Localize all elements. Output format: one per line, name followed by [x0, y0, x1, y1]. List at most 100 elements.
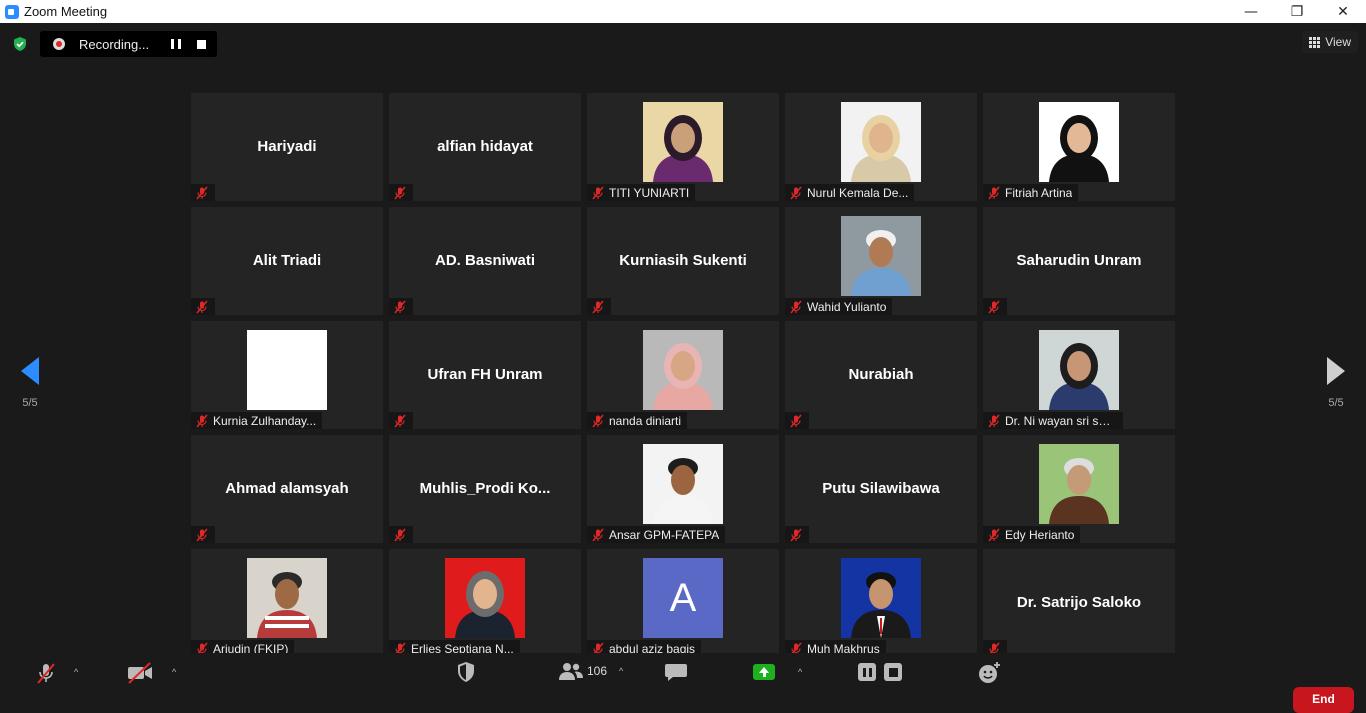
end-meeting-button[interactable]: End — [1293, 687, 1354, 713]
next-page-button[interactable]: 5/5 — [1316, 357, 1356, 409]
participant-label — [389, 184, 413, 201]
participant-video — [841, 102, 921, 182]
participant-label-name: nanda diniarti — [609, 413, 682, 428]
mic-muted-icon — [790, 300, 802, 313]
participant-label-name: Edy Herianto — [1005, 527, 1075, 542]
participant-video — [445, 558, 525, 638]
participant-tile[interactable]: Hariyadi — [191, 93, 383, 201]
mic-muted-icon — [988, 300, 1000, 313]
participant-label: Kurnia Zulhanday... — [191, 412, 323, 429]
previous-page-button[interactable]: 5/5 — [10, 357, 50, 409]
participant-tile[interactable]: Nurabiah — [785, 321, 977, 429]
participants-count: 106 — [587, 664, 608, 678]
mic-muted-icon — [988, 414, 1000, 427]
participant-name: Kurniasih Sukenti — [619, 252, 747, 269]
mic-muted-icon — [394, 300, 406, 313]
participant-tile[interactable]: Kurniasih Sukenti — [587, 207, 779, 315]
mic-muted-icon — [592, 528, 604, 541]
arrow-left-icon — [21, 357, 39, 385]
participant-video — [841, 216, 921, 296]
participant-name: Putu Silawibawa — [822, 480, 940, 497]
record-icon — [53, 38, 65, 50]
mic-muted-icon — [196, 186, 208, 199]
participant-label — [983, 298, 1007, 315]
participant-tile[interactable]: Ansar GPM-FATEPA — [587, 435, 779, 543]
view-button[interactable]: View — [1302, 31, 1358, 53]
participant-tile[interactable]: nanda diniarti — [587, 321, 779, 429]
participant-label — [191, 526, 215, 543]
participant-video — [643, 444, 723, 524]
participant-tile[interactable]: Putu Silawibawa — [785, 435, 977, 543]
participant-tile[interactable]: Aabdul aziz bagis — [587, 549, 779, 657]
participant-tile[interactable]: Fitriah Artina — [983, 93, 1175, 201]
meeting-area: Recording... View 5/5 5/5 Hariyadi alfian… — [0, 23, 1366, 705]
participant-label-name: Dr. Ni wayan sri suli... — [1005, 413, 1117, 428]
restore-button[interactable]: ❐ — [1274, 0, 1320, 23]
share-screen-icon — [753, 664, 775, 680]
participant-label — [785, 412, 809, 429]
unmute-button[interactable] — [34, 661, 58, 685]
participant-tile[interactable]: TITI YUNIARTI — [587, 93, 779, 201]
participant-tile[interactable]: Dr. Ni wayan sri suli... — [983, 321, 1175, 429]
emoji-reaction-icon — [979, 662, 1000, 683]
participant-tile[interactable]: Kurnia Zulhanday... — [191, 321, 383, 429]
participant-tile[interactable]: alfian hidayat — [389, 93, 581, 201]
pause-recording-icon[interactable] — [171, 39, 181, 49]
mic-muted-icon — [592, 414, 604, 427]
security-shield-icon — [458, 662, 474, 682]
participant-tile[interactable]: Muh Makhrus — [785, 549, 977, 657]
page-indicator-left: 5/5 — [22, 397, 38, 409]
participant-name: Alit Triadi — [252, 252, 322, 269]
window-title: Zoom Meeting — [24, 4, 108, 19]
mic-muted-icon — [394, 186, 406, 199]
title-bar: Zoom Meeting — ❐ ✕ — [0, 0, 1366, 23]
participant-tile[interactable]: AD. Basniwati — [389, 207, 581, 315]
start-video-button[interactable] — [126, 661, 154, 685]
share-screen-button[interactable] — [753, 664, 775, 680]
participants-button[interactable]: 106 ^ — [558, 661, 623, 681]
participant-name: Nurabiah — [848, 366, 914, 383]
participant-tile[interactable]: Alit Triadi — [191, 207, 383, 315]
participants-icon — [559, 663, 583, 680]
meeting-toolbar: ^ ^ 106 ^ ^ End — [0, 653, 1366, 713]
participant-tile[interactable]: Dr. Satrijo Saloko — [983, 549, 1175, 657]
encryption-shield-icon[interactable] — [12, 36, 28, 52]
mic-muted-icon — [592, 186, 604, 199]
participant-video — [1039, 444, 1119, 524]
participant-tile[interactable]: Wahid Yulianto — [785, 207, 977, 315]
participant-name: Dr. Satrijo Saloko — [1016, 594, 1142, 611]
mic-muted-icon — [790, 414, 802, 427]
video-options-caret[interactable]: ^ — [172, 667, 176, 677]
security-button[interactable] — [456, 661, 476, 683]
share-options-caret[interactable]: ^ — [798, 667, 802, 677]
minimize-button[interactable]: — — [1228, 0, 1274, 23]
participant-tile[interactable]: Arjudin (FKIP) — [191, 549, 383, 657]
zoom-app-icon — [5, 4, 19, 19]
participants-options-caret[interactable]: ^ — [619, 666, 623, 676]
participant-tile[interactable]: Muhlis_Prodi Ko... — [389, 435, 581, 543]
participant-tile[interactable]: Saharudin Unram — [983, 207, 1175, 315]
stop-recording-icon[interactable] — [197, 39, 206, 49]
pause-record-icon[interactable] — [858, 663, 876, 681]
audio-options-caret[interactable]: ^ — [74, 667, 78, 677]
participant-label — [191, 298, 215, 315]
participant-label — [191, 184, 215, 201]
participant-tile[interactable]: Ahmad alamsyah — [191, 435, 383, 543]
participant-label: Dr. Ni wayan sri suli... — [983, 412, 1123, 429]
close-button[interactable]: ✕ — [1320, 0, 1366, 23]
participant-tile[interactable]: Erlies Septiana N... — [389, 549, 581, 657]
record-controls — [858, 663, 902, 681]
participant-video — [247, 558, 327, 638]
chat-button[interactable] — [664, 661, 688, 683]
participant-tile[interactable]: Nurul Kemala De... — [785, 93, 977, 201]
grid-icon — [1309, 36, 1321, 48]
participant-avatar: A — [643, 558, 723, 638]
reactions-button[interactable] — [977, 661, 1001, 685]
participant-name: Ufran FH Unram — [427, 366, 543, 383]
stop-record-icon[interactable] — [884, 663, 902, 681]
participant-name: Saharudin Unram — [1016, 252, 1142, 269]
participant-label: TITI YUNIARTI — [587, 184, 696, 201]
participant-tile[interactable]: Edy Herianto — [983, 435, 1175, 543]
participant-video — [1039, 330, 1119, 410]
participant-tile[interactable]: Ufran FH Unram — [389, 321, 581, 429]
